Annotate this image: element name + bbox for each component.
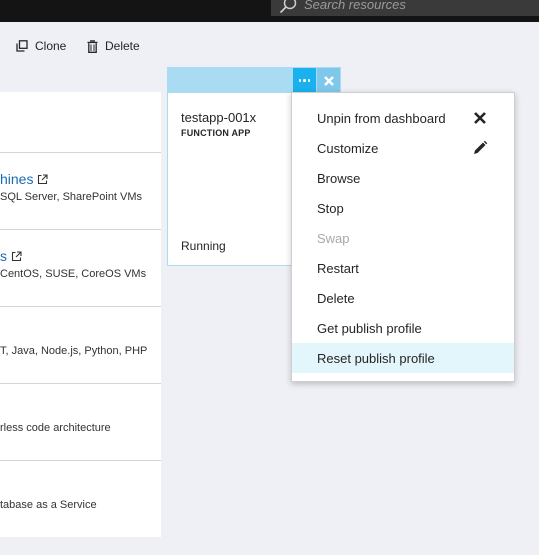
list-item[interactable]: rless code architecture — [0, 383, 161, 461]
dot — [298, 79, 302, 82]
menu-item-label: Delete — [317, 290, 355, 306]
external-link-icon — [38, 173, 49, 184]
more-options-button[interactable] — [293, 68, 316, 93]
search-box[interactable]: Search resources — [271, 0, 539, 16]
tile-close-button[interactable] — [317, 68, 340, 93]
list-item-title-text: s — [0, 248, 7, 264]
tile-context-menu: Unpin from dashboard Customize Browse St… — [291, 92, 515, 382]
menu-item-unpin[interactable]: Unpin from dashboard — [292, 103, 514, 133]
top-bar: Search resources — [0, 0, 539, 22]
menu-item-label: Swap — [317, 230, 350, 246]
list-item-desc: CentOS, SUSE, CoreOS VMs — [0, 268, 147, 280]
app-name: testapp-001x — [181, 110, 257, 125]
list-item-title: hines — [0, 171, 49, 187]
app-status: Running — [181, 239, 226, 253]
clone-label: Clone — [35, 39, 67, 53]
menu-item-label: Browse — [317, 170, 361, 186]
list-item-desc: tabase as a Service — [0, 499, 97, 511]
list-item-title: s — [0, 248, 22, 264]
menu-item-label: Stop — [317, 200, 344, 216]
close-icon — [323, 75, 334, 86]
list-item[interactable]: T, Java, Node.js, Python, PHP — [0, 306, 161, 384]
external-link-icon — [11, 250, 22, 261]
search-input[interactable]: Search resources — [304, 0, 406, 12]
list-item-desc: SQL Server, SharePoint VMs — [0, 191, 143, 203]
dot — [303, 79, 306, 82]
clone-button[interactable]: Clone — [16, 37, 66, 55]
delete-label: Delete — [105, 39, 140, 53]
menu-item-browse[interactable]: Browse — [292, 163, 514, 193]
menu-item-get-publish-profile[interactable]: Get publish profile — [292, 313, 514, 343]
delete-button[interactable]: Delete — [87, 37, 140, 55]
trash-icon — [87, 39, 98, 53]
command-bar: Clone Delete — [0, 22, 539, 68]
marketplace-panel: hines SQL Server, SharePoint VMs s CentO… — [0, 92, 161, 537]
menu-item-swap: Swap — [292, 223, 514, 253]
menu-item-label: Reset publish profile — [317, 350, 435, 366]
app-type: FUNCTION APP — [181, 128, 251, 138]
menu-item-label: Customize — [317, 140, 379, 156]
menu-item-reset-publish-profile[interactable]: Reset publish profile — [292, 343, 514, 373]
menu-item-stop[interactable]: Stop — [292, 193, 514, 223]
menu-item-customize[interactable]: Customize — [292, 133, 514, 163]
close-icon — [474, 112, 486, 124]
list-item[interactable]: tabase as a Service — [0, 460, 161, 538]
menu-item-restart[interactable]: Restart — [292, 253, 514, 283]
menu-item-label: Unpin from dashboard — [317, 110, 446, 126]
menu-item-delete[interactable]: Delete — [292, 283, 514, 313]
clone-icon — [16, 40, 28, 52]
list-item-title-text: hines — [0, 171, 34, 187]
menu-item-label: Restart — [317, 260, 359, 276]
list-item[interactable]: hines SQL Server, SharePoint VMs — [0, 152, 161, 230]
search-icon — [279, 0, 297, 14]
tile-header — [168, 68, 340, 93]
pencil-icon — [474, 140, 488, 154]
list-item[interactable]: s CentOS, SUSE, CoreOS VMs — [0, 229, 161, 307]
dot — [307, 79, 311, 82]
list-item-desc: T, Java, Node.js, Python, PHP — [0, 345, 148, 357]
menu-item-label: Get publish profile — [317, 320, 422, 336]
list-item-desc: rless code architecture — [0, 422, 111, 434]
